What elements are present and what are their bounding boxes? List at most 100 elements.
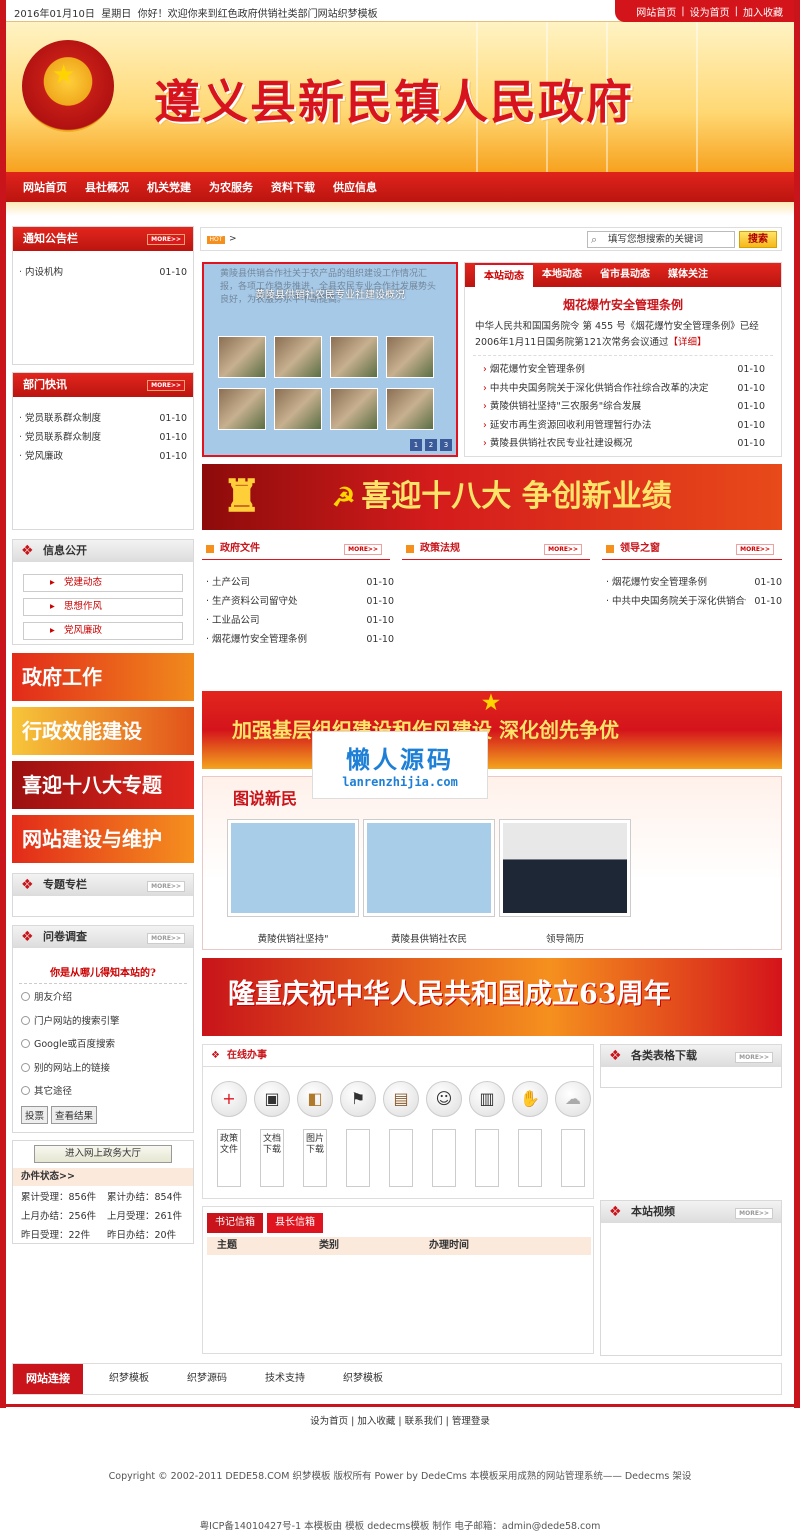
info-item-integrity[interactable]: 党风廉政 [23, 622, 183, 640]
photo-item[interactable] [363, 819, 495, 917]
service-slot[interactable] [432, 1129, 456, 1187]
photo-item[interactable] [499, 819, 631, 917]
photo-item[interactable] [227, 819, 359, 917]
list-item[interactable]: 工业品公司01-10 [206, 611, 394, 630]
list-item[interactable]: 生产资料公司留守处01-10 [206, 592, 394, 611]
view-results-button[interactable]: 查看结果 [51, 1106, 98, 1124]
banner-18th-party-congress[interactable]: ♜ ☭ 喜迎十八大 争创新业绩 [202, 464, 782, 530]
news-headline[interactable]: 烟花爆竹安全管理条例 [465, 296, 781, 313]
slide-photo [274, 388, 322, 430]
dept-more-button[interactable]: MORE>> [147, 380, 185, 391]
list-item[interactable]: 延安市再生资源回收利用管理暂行办法01-10 [483, 417, 765, 436]
photo-caption[interactable]: 黄陵供销社坚持" [227, 931, 359, 945]
medical-icon[interactable]: + [211, 1081, 247, 1117]
banner-site-maintenance[interactable]: 网站建设与维护 [12, 815, 194, 863]
survey-option[interactable]: 其它途径 [21, 1080, 185, 1104]
nav-overview[interactable]: 县社概况 [76, 179, 138, 195]
open-book-icon[interactable]: ▥ [469, 1081, 505, 1117]
banner-efficiency[interactable]: 行政效能建设 [12, 707, 194, 755]
nav-download[interactable]: 资料下载 [262, 179, 324, 195]
video-more-button[interactable]: MORE>> [735, 1208, 773, 1219]
slideshow[interactable]: 黄陵县供销合作社关于农产品的组织建设工作情况汇报，各项工作稳步推进，全县农民专业… [202, 262, 458, 457]
slide-page-3[interactable]: 3 [440, 439, 452, 451]
survey-option[interactable]: 朋友介绍 [21, 986, 185, 1010]
nav-party[interactable]: 机关党建 [138, 179, 200, 195]
photo-caption[interactable]: 领导简历 [499, 931, 631, 945]
service-slot[interactable] [518, 1129, 542, 1187]
list-item[interactable]: 党风廉政01-10 [19, 447, 187, 466]
friend-link[interactable]: 技术支持 [265, 1364, 305, 1394]
nav-home[interactable]: 网站首页 [14, 179, 76, 195]
list-item[interactable]: 黄陵县供销社农民专业社建设概况01-10 [483, 435, 765, 454]
gov-docs-more-button[interactable]: MORE>> [344, 544, 382, 555]
info-item-style[interactable]: 思想作风 [23, 598, 183, 616]
forms-more-button[interactable]: MORE>> [735, 1052, 773, 1063]
users-icon[interactable]: ☁ [555, 1081, 591, 1117]
service-slot[interactable] [346, 1129, 370, 1187]
tab-site-news[interactable]: 本站动态 [475, 263, 533, 287]
list-item[interactable]: 内设机构01-10 [19, 263, 187, 282]
person-icon[interactable]: ☺ [426, 1081, 462, 1117]
banner-gov-work[interactable]: 政府工作 [12, 653, 194, 701]
banner-63rd-anniversary[interactable]: 隆重庆祝中华人民共和国成立63周年 [202, 958, 782, 1036]
list-item[interactable]: 中共中央国务院关于深化供销合作社综合改革的决定01-10 [483, 380, 765, 399]
banner-18th-congress[interactable]: 喜迎十八大专题 [12, 761, 194, 809]
list-item[interactable]: 中共中央国务院关于深化供销合作01-10 [606, 592, 782, 611]
flag-icon[interactable]: ⚑ [340, 1081, 376, 1117]
briefcase-icon[interactable]: ▣ [254, 1081, 290, 1117]
video-title: 本站视频 [631, 1205, 675, 1218]
list-item[interactable]: 党员联系群众制度01-10 [19, 428, 187, 447]
policy-more-button[interactable]: MORE>> [544, 544, 582, 555]
service-slot[interactable] [475, 1129, 499, 1187]
service-slot[interactable] [389, 1129, 413, 1187]
list-item[interactable]: 烟花爆竹安全管理条例01-10 [206, 630, 394, 649]
list-item[interactable]: 烟花爆竹安全管理条例01-10 [483, 361, 765, 380]
party-emblem-icon: ☭ [332, 483, 356, 513]
leader-more-button[interactable]: MORE>> [736, 544, 774, 555]
survey-option[interactable]: 别的网站上的链接 [21, 1057, 185, 1081]
photo-caption[interactable]: 黄陵县供销社农民 [363, 931, 495, 945]
footer-links[interactable]: 设为首页 | 加入收藏 | 联系我们 | 管理登录 [0, 1413, 800, 1427]
service-slot[interactable] [561, 1129, 585, 1187]
shield-icon[interactable]: ◧ [297, 1081, 333, 1117]
hand-icon[interactable]: ✋ [512, 1081, 548, 1117]
notice-more-button[interactable]: MORE>> [147, 234, 185, 245]
slide-page-1[interactable]: 1 [410, 439, 422, 451]
friend-link[interactable]: 织梦模板 [109, 1364, 149, 1394]
list-item[interactable]: 党员联系群众制度01-10 [19, 409, 187, 428]
friend-link[interactable]: 织梦源码 [187, 1364, 227, 1394]
survey-more-button[interactable]: MORE>> [147, 933, 185, 944]
info-item-party[interactable]: 党建动态 [23, 574, 183, 592]
tab-local-news[interactable]: 本地动态 [533, 263, 591, 287]
tab-regional-news[interactable]: 省市县动态 [591, 263, 659, 287]
news-detail-link[interactable]: 【详细】 [668, 337, 706, 348]
tab-secretary-mailbox[interactable]: 书记信箱 [207, 1213, 263, 1233]
top-link-sethome[interactable]: 设为首页 [685, 4, 735, 19]
slide-page-2[interactable]: 2 [425, 439, 437, 451]
banner-grassroots[interactable]: ★ 加强基层组织建设和作风建设 深化创先争优 [202, 691, 782, 769]
dept-news-box: 部门快讯 MORE>> 党员联系群众制度01-10 党员联系群众制度01-10 党… [12, 372, 194, 530]
vote-button[interactable]: 投票 [21, 1106, 49, 1124]
list-item[interactable]: 黄陵供销社坚持"三农服务"综合发展01-10 [483, 398, 765, 417]
service-policy-docs[interactable]: 政策文件 [217, 1129, 241, 1187]
gov-docs-list: 土产公司01-10 生产资料公司留守处01-10 工业品公司01-10 烟花爆竹… [206, 573, 394, 649]
tab-mayor-mailbox[interactable]: 县长信箱 [267, 1213, 323, 1233]
search-input[interactable]: ⌕ 填写您想搜索的关键词 [587, 231, 735, 248]
search-button[interactable]: 搜索 [739, 231, 777, 248]
survey-option[interactable]: 门户网站的搜索引擎 [21, 1010, 185, 1034]
nav-service[interactable]: 为农服务 [200, 179, 262, 195]
service-image-download[interactable]: 图片下载 [303, 1129, 327, 1187]
topic-more-button[interactable]: MORE>> [147, 881, 185, 892]
survey-option[interactable]: Google或百度搜索 [21, 1033, 185, 1057]
friend-link[interactable]: 织梦模板 [343, 1364, 383, 1394]
list-item[interactable]: 土产公司01-10 [206, 573, 394, 592]
top-link-home[interactable]: 网站首页 [631, 4, 681, 19]
tower-icon: ♜ [222, 471, 262, 522]
list-item[interactable]: 烟花爆竹安全管理条例01-10 [606, 573, 782, 592]
tab-media[interactable]: 媒体关注 [659, 263, 717, 287]
enter-gov-hall-button[interactable]: 进入网上政务大厅 [34, 1145, 172, 1163]
top-link-favorite[interactable]: 加入收藏 [738, 4, 788, 19]
service-doc-download[interactable]: 文档下载 [260, 1129, 284, 1187]
nav-supply[interactable]: 供应信息 [324, 179, 386, 195]
book-icon[interactable]: ▤ [383, 1081, 419, 1117]
